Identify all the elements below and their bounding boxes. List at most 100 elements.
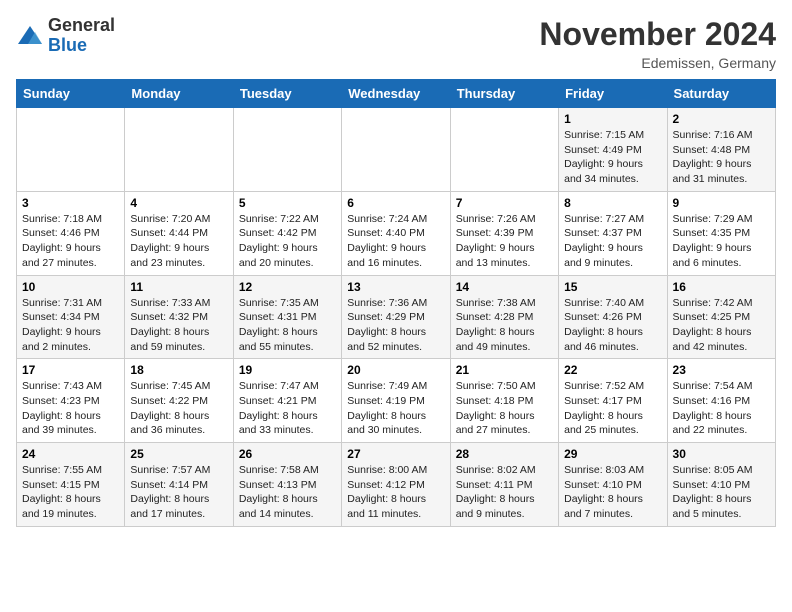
day-number: 18 xyxy=(130,363,227,377)
day-number: 29 xyxy=(564,447,661,461)
logo-blue: Blue xyxy=(48,36,115,56)
day-info: Sunrise: 7:24 AMSunset: 4:40 PMDaylight:… xyxy=(347,212,444,271)
col-header-thursday: Thursday xyxy=(450,80,558,108)
calendar-cell: 27 Sunrise: 8:00 AMSunset: 4:12 PMDayligh… xyxy=(342,443,450,527)
day-number: 14 xyxy=(456,280,553,294)
calendar-cell: 25 Sunrise: 7:57 AMSunset: 4:14 PMDayligh… xyxy=(125,443,233,527)
day-number: 26 xyxy=(239,447,336,461)
col-header-monday: Monday xyxy=(125,80,233,108)
calendar-cell: 12Sunrise: 7:35 AMSunset: 4:31 PMDayligh… xyxy=(233,275,341,359)
day-info: Sunrise: 7:54 AMSunset: 4:16 PMDaylight:… xyxy=(673,379,770,438)
day-info: Sunrise: 7:31 AMSunset: 4:34 PMDaylight:… xyxy=(22,296,119,355)
day-number: 25 xyxy=(130,447,227,461)
calendar-cell: 6 Sunrise: 7:24 AMSunset: 4:40 PMDaylight… xyxy=(342,191,450,275)
day-info: Sunrise: 7:29 AMSunset: 4:35 PMDaylight:… xyxy=(673,212,770,271)
day-number: 7 xyxy=(456,196,553,210)
day-info: Sunrise: 7:20 AMSunset: 4:44 PMDaylight:… xyxy=(130,212,227,271)
day-info: Sunrise: 7:22 AMSunset: 4:42 PMDaylight:… xyxy=(239,212,336,271)
calendar-cell: 21Sunrise: 7:50 AMSunset: 4:18 PMDayligh… xyxy=(450,359,558,443)
day-info: Sunrise: 8:02 AMSunset: 4:11 PMDaylight:… xyxy=(456,463,553,522)
day-info: Sunrise: 8:00 AMSunset: 4:12 PMDaylight:… xyxy=(347,463,444,522)
day-info: Sunrise: 7:57 AMSunset: 4:14 PMDaylight:… xyxy=(130,463,227,522)
day-info: Sunrise: 7:58 AMSunset: 4:13 PMDaylight:… xyxy=(239,463,336,522)
calendar-cell: 4 Sunrise: 7:20 AMSunset: 4:44 PMDaylight… xyxy=(125,191,233,275)
logo-text: General Blue xyxy=(48,16,115,56)
day-info: Sunrise: 7:15 AMSunset: 4:49 PMDaylight:… xyxy=(564,128,661,187)
day-number: 2 xyxy=(673,112,770,126)
month-title: November 2024 xyxy=(539,16,776,53)
calendar-cell: 30Sunrise: 8:05 AMSunset: 4:10 PMDayligh… xyxy=(667,443,775,527)
day-info: Sunrise: 7:45 AMSunset: 4:22 PMDaylight:… xyxy=(130,379,227,438)
day-number: 8 xyxy=(564,196,661,210)
calendar-cell: 29 Sunrise: 8:03 AMSunset: 4:10 PMDayligh… xyxy=(559,443,667,527)
day-number: 24 xyxy=(22,447,119,461)
calendar-cell xyxy=(342,108,450,192)
day-number: 13 xyxy=(347,280,444,294)
day-info: Sunrise: 7:38 AMSunset: 4:28 PMDaylight:… xyxy=(456,296,553,355)
day-info: Sunrise: 7:49 AMSunset: 4:19 PMDaylight:… xyxy=(347,379,444,438)
day-number: 6 xyxy=(347,196,444,210)
day-number: 9 xyxy=(673,196,770,210)
col-header-friday: Friday xyxy=(559,80,667,108)
calendar-cell: 1 Sunrise: 7:15 AMSunset: 4:49 PMDaylight… xyxy=(559,108,667,192)
day-number: 30 xyxy=(673,447,770,461)
calendar-cell: 24 Sunrise: 7:55 AMSunset: 4:15 PMDayligh… xyxy=(17,443,125,527)
day-number: 27 xyxy=(347,447,444,461)
logo: General Blue xyxy=(16,16,115,56)
calendar-cell: 10 Sunrise: 7:31 AMSunset: 4:34 PMDayligh… xyxy=(17,275,125,359)
calendar-cell xyxy=(233,108,341,192)
day-info: Sunrise: 7:42 AMSunset: 4:25 PMDaylight:… xyxy=(673,296,770,355)
calendar-cell: 28Sunrise: 8:02 AMSunset: 4:11 PMDayligh… xyxy=(450,443,558,527)
day-info: Sunrise: 8:03 AMSunset: 4:10 PMDaylight:… xyxy=(564,463,661,522)
calendar-cell xyxy=(450,108,558,192)
day-info: Sunrise: 7:18 AMSunset: 4:46 PMDaylight:… xyxy=(22,212,119,271)
header: General Blue November 2024 Edemissen, Ge… xyxy=(16,16,776,71)
col-header-sunday: Sunday xyxy=(17,80,125,108)
col-header-saturday: Saturday xyxy=(667,80,775,108)
calendar-cell: 17 Sunrise: 7:43 AMSunset: 4:23 PMDayligh… xyxy=(17,359,125,443)
calendar-cell: 2 Sunrise: 7:16 AMSunset: 4:48 PMDaylight… xyxy=(667,108,775,192)
day-number: 21 xyxy=(456,363,553,377)
day-number: 16 xyxy=(673,280,770,294)
day-info: Sunrise: 7:47 AMSunset: 4:21 PMDaylight:… xyxy=(239,379,336,438)
day-number: 1 xyxy=(564,112,661,126)
title-block: November 2024 Edemissen, Germany xyxy=(539,16,776,71)
calendar-cell: 26 Sunrise: 7:58 AMSunset: 4:13 PMDayligh… xyxy=(233,443,341,527)
logo-icon xyxy=(16,22,44,50)
calendar-cell xyxy=(125,108,233,192)
day-number: 4 xyxy=(130,196,227,210)
calendar-cell: 9 Sunrise: 7:29 AMSunset: 4:35 PMDaylight… xyxy=(667,191,775,275)
col-header-tuesday: Tuesday xyxy=(233,80,341,108)
logo-general: General xyxy=(48,16,115,36)
day-info: Sunrise: 7:26 AMSunset: 4:39 PMDaylight:… xyxy=(456,212,553,271)
day-number: 11 xyxy=(130,280,227,294)
calendar-cell: 18 Sunrise: 7:45 AMSunset: 4:22 PMDayligh… xyxy=(125,359,233,443)
calendar-cell: 14 Sunrise: 7:38 AMSunset: 4:28 PMDayligh… xyxy=(450,275,558,359)
day-number: 12 xyxy=(239,280,336,294)
day-number: 23 xyxy=(673,363,770,377)
day-info: Sunrise: 7:27 AMSunset: 4:37 PMDaylight:… xyxy=(564,212,661,271)
calendar-cell: 22 Sunrise: 7:52 AMSunset: 4:17 PMDayligh… xyxy=(559,359,667,443)
day-number: 17 xyxy=(22,363,119,377)
day-number: 10 xyxy=(22,280,119,294)
day-info: Sunrise: 7:16 AMSunset: 4:48 PMDaylight:… xyxy=(673,128,770,187)
day-number: 5 xyxy=(239,196,336,210)
calendar-cell: 5 Sunrise: 7:22 AMSunset: 4:42 PMDaylight… xyxy=(233,191,341,275)
day-info: Sunrise: 7:40 AMSunset: 4:26 PMDaylight:… xyxy=(564,296,661,355)
day-info: Sunrise: 7:52 AMSunset: 4:17 PMDaylight:… xyxy=(564,379,661,438)
day-number: 3 xyxy=(22,196,119,210)
calendar-cell xyxy=(17,108,125,192)
day-info: Sunrise: 7:33 AMSunset: 4:32 PMDaylight:… xyxy=(130,296,227,355)
day-info: Sunrise: 7:43 AMSunset: 4:23 PMDaylight:… xyxy=(22,379,119,438)
calendar: SundayMondayTuesdayWednesdayThursdayFrid… xyxy=(16,79,776,527)
calendar-cell: 23 Sunrise: 7:54 AMSunset: 4:16 PMDayligh… xyxy=(667,359,775,443)
day-info: Sunrise: 7:55 AMSunset: 4:15 PMDaylight:… xyxy=(22,463,119,522)
day-number: 20 xyxy=(347,363,444,377)
calendar-cell: 7 Sunrise: 7:26 AMSunset: 4:39 PMDaylight… xyxy=(450,191,558,275)
calendar-cell: 16 Sunrise: 7:42 AMSunset: 4:25 PMDayligh… xyxy=(667,275,775,359)
day-number: 22 xyxy=(564,363,661,377)
calendar-cell: 19Sunrise: 7:47 AMSunset: 4:21 PMDayligh… xyxy=(233,359,341,443)
col-header-wednesday: Wednesday xyxy=(342,80,450,108)
day-info: Sunrise: 7:36 AMSunset: 4:29 PMDaylight:… xyxy=(347,296,444,355)
location: Edemissen, Germany xyxy=(539,55,776,71)
